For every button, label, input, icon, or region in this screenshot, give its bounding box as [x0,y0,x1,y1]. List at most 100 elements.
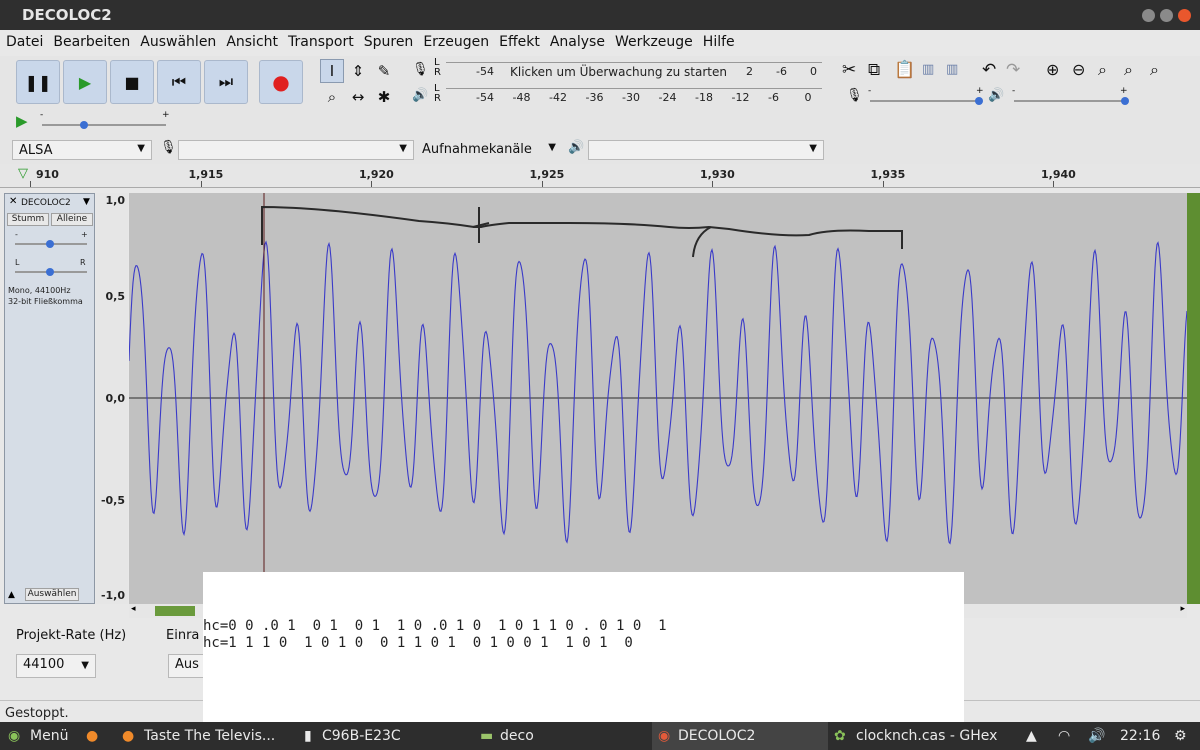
menu-item[interactable]: Spuren [364,30,420,56]
menu-item[interactable]: Transport [288,30,360,56]
play-meter-channels: L R [434,83,441,104]
speaker-icon: 🔊 [412,88,429,103]
collapse-icon[interactable]: ▲ [8,590,15,600]
undo-icon[interactable]: ↶ [982,60,996,80]
timeline-ruler[interactable]: ▽ 910 1,915 1,920 1,925 1,930 1,935 1,940 [0,164,1200,188]
play-button[interactable]: ▶ [63,60,107,104]
trim-icon[interactable]: ▥ [922,62,934,77]
silence-icon[interactable]: ▥ [946,62,958,77]
project-rate-select[interactable]: 44100 ▼ [16,654,96,678]
device-speaker-icon: 🔊 [568,140,585,155]
zoom-in-icon[interactable]: ⊕ [1046,60,1059,79]
taskbar-item-audacity[interactable]: DECOLOC2 [678,728,755,744]
volume-icon[interactable]: 🔊 [1088,728,1105,744]
menu-item[interactable]: Effekt [499,30,546,56]
selection-tool[interactable]: I [320,59,344,83]
meter-tick-label: 0 [804,91,812,104]
playback-volume-slider[interactable] [1014,100,1126,102]
draw-tool[interactable]: ✎ [372,59,396,83]
menu-item[interactable]: Erzeugen [423,30,495,56]
menu-item[interactable]: Bearbeiten [53,30,136,56]
taskbar-item-ghex[interactable]: clocknch.cas - GHex [856,728,997,744]
vertical-scrollbar[interactable] [1187,193,1200,604]
meter-tick-label: -12 [731,91,750,104]
menu-item[interactable]: Auswählen [140,30,222,56]
usb-drive-icon: ▮ [304,728,312,744]
zoom-tool[interactable]: ⌕ [320,85,344,109]
ruler-tick [200,181,202,187]
fit-selection-icon[interactable]: ⌕ [1098,60,1107,80]
chevron-down-icon: ▼ [399,143,407,154]
settings-icon[interactable]: ⚙ [1174,728,1187,744]
scroll-right-icon[interactable]: ▸ [1180,604,1185,614]
notification-icon[interactable]: ▲ [1026,728,1037,744]
pause-button[interactable]: ❚❚ [16,60,60,104]
play-at-speed-icon[interactable]: ▶ [16,112,28,130]
skip-end-button[interactable]: ⏭ [204,60,248,104]
envelope-tool[interactable]: ⇕ [346,59,370,83]
taskbar-menu[interactable]: Menü [30,728,68,744]
skip-start-button[interactable]: ⏮ [157,60,201,104]
pan-knob[interactable] [46,268,54,276]
taskbar-item-drive[interactable]: C96B-E23C [322,728,401,744]
menu-item[interactable]: Analyse [550,30,611,56]
zoom-toggle-icon[interactable]: ⌕ [1150,60,1159,80]
scissors-icon[interactable]: ✂ [842,60,856,80]
play-speed-knob[interactable] [80,121,88,129]
mute-button[interactable]: Stumm [7,213,49,226]
menu-bar: Datei Bearbeiten Auswählen Ansicht Transport… [0,30,1200,56]
wifi-icon[interactable]: ◠ [1058,728,1070,744]
menu-item[interactable]: Hilfe [703,30,741,56]
mint-logo-icon[interactable]: ◉ [8,728,20,744]
track-close-icon[interactable]: ✕ [9,196,17,207]
record-meter[interactable]: -54 Klicken um Überwachung zu starten 2 … [446,62,822,80]
clock[interactable]: 22:16 [1120,728,1160,744]
notes-line-1: hc=0 0 .0 1 0 1 0 1 1 0 .0 1 0 1 0 1 1 0… [203,618,667,634]
snap-select[interactable]: Aus [168,654,204,678]
waveform [129,240,1187,545]
scroll-left-icon[interactable]: ◂ [131,604,136,614]
timeshift-tool[interactable]: ↔ [346,85,370,109]
record-volume-knob[interactable] [975,97,983,105]
menu-item[interactable]: Werkzeuge [615,30,699,56]
zoom-out-icon[interactable]: ⊖ [1072,60,1085,79]
record-device-select[interactable]: ▼ [178,140,414,160]
track-control-panel[interactable]: ✕ DECOLOC2 ▼ Stumm Alleine - + L R Mono,… [4,193,95,604]
multi-tool[interactable]: ✱ [372,85,396,109]
select-track-button[interactable]: Auswählen [25,588,79,601]
playback-volume-knob[interactable] [1121,97,1129,105]
copy-icon[interactable]: ⧉ [868,60,880,80]
play-speed-slider[interactable] [42,124,166,126]
firefox-icon[interactable]: ● [86,728,98,744]
maximize-button[interactable] [1160,9,1173,22]
mixer-microphone-icon: 🎙 [846,88,863,103]
gain-knob[interactable] [46,240,54,248]
track-menu-chevron-icon[interactable]: ▼ [83,197,90,207]
menu-item[interactable]: Datei [6,30,49,56]
meter-tick-label: -24 [658,91,677,104]
title-bar: DECOLOC2 [0,0,1200,30]
redo-icon[interactable]: ↷ [1006,60,1020,80]
playback-meter[interactable]: -54 -48 -42 -36 -30 -24 -18 -12 -6 0 [446,88,822,106]
record-channels-select[interactable]: Aufnahmekanäle ▼ [416,140,562,160]
ruler-label: 1,930 [700,168,735,181]
waveform-area[interactable] [129,193,1187,604]
menu-item[interactable]: Ansicht [226,30,284,56]
track-name[interactable]: DECOLOC2 [21,198,71,208]
stop-button[interactable]: ■ [110,60,154,104]
taskbar-item-firefox[interactable]: Taste The Televis... [144,728,275,744]
playback-device-select[interactable]: ▼ [588,140,824,160]
paste-icon[interactable]: 📋 [894,60,915,80]
solo-button[interactable]: Alleine [51,213,93,226]
fit-project-icon[interactable]: ⌕ [1124,60,1133,80]
meter-tick-label: -36 [585,91,604,104]
minimize-button[interactable] [1142,9,1155,22]
snap-label: Einra [166,628,200,643]
scrollbar-thumb[interactable] [155,606,195,616]
record-volume-slider[interactable] [870,100,980,102]
taskbar-item-folder[interactable]: deco [500,728,534,744]
record-button[interactable]: ● [259,60,303,104]
host-select[interactable]: ALSA ▼ [12,140,152,160]
chevron-down-icon: ▼ [137,143,145,154]
close-button[interactable] [1178,9,1191,22]
